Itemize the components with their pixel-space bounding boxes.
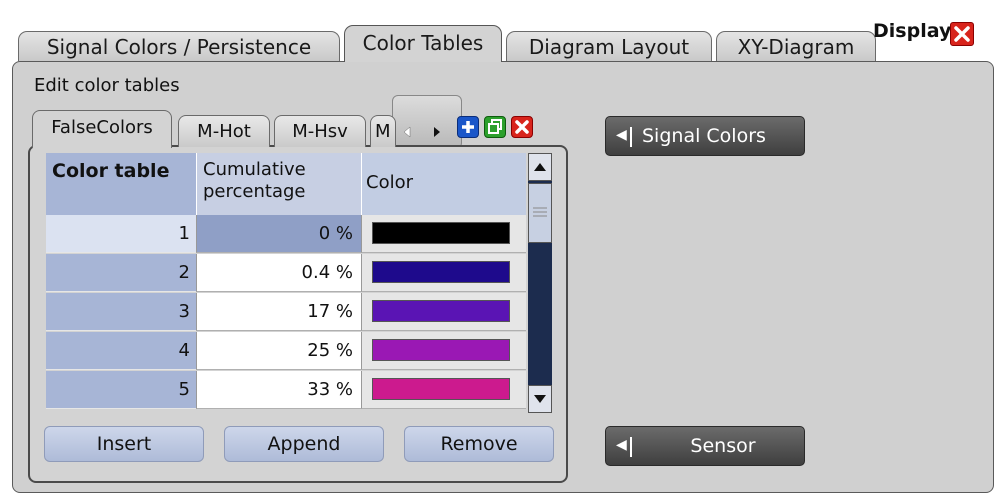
color-table-grid: Color table Cumulative percentage Color … [46, 153, 526, 413]
arrow-left-icon: ◀ [616, 437, 627, 453]
color-cell[interactable] [361, 371, 526, 409]
color-cell[interactable] [361, 293, 526, 331]
color-swatch [372, 261, 510, 283]
tab-m-hot[interactable]: M-Hot [178, 115, 270, 147]
table-row[interactable]: 5 33 % [46, 371, 526, 410]
arrow-left-icon: ◀ [616, 127, 627, 143]
cumulative-cell[interactable]: 25 % [196, 332, 361, 370]
row-index: 5 [46, 371, 196, 409]
column-header-color-table: Color table [46, 153, 196, 215]
color-swatch [372, 222, 510, 244]
top-tab-bar: Signal Colors / Persistence Color Tables… [18, 25, 1000, 62]
tab-diagram-layout[interactable]: Diagram Layout [506, 31, 712, 61]
color-swatch [372, 300, 510, 322]
close-icon[interactable] [950, 22, 974, 46]
column-header-color: Color [361, 153, 526, 215]
table-scrollbar[interactable] [528, 153, 552, 413]
tab-m-partial[interactable]: M [370, 115, 396, 147]
tab-signal-colors-persistence[interactable]: Signal Colors / Persistence [18, 31, 340, 61]
remove-button[interactable]: Remove [404, 426, 554, 462]
append-button[interactable]: Append [224, 426, 384, 462]
tab-m-hsv[interactable]: M-Hsv [274, 115, 366, 147]
display-dialog: Signal Colors / Persistence Color Tables… [0, 0, 1000, 504]
row-index: 3 [46, 293, 196, 331]
plus-icon[interactable] [457, 116, 479, 138]
tab-color-tables[interactable]: Color Tables [344, 25, 502, 62]
color-swatch [372, 339, 510, 361]
color-cell[interactable] [361, 215, 526, 253]
signal-colors-label: Signal Colors [642, 125, 766, 147]
signal-colors-button[interactable]: ◀ Signal Colors [605, 116, 805, 156]
insert-button[interactable]: Insert [44, 426, 204, 462]
cumulative-cell[interactable]: 0 % [196, 215, 361, 253]
sensor-button[interactable]: ◀ Sensor [605, 426, 805, 466]
delete-icon[interactable] [511, 116, 533, 138]
tab-xy-diagram[interactable]: XY-Diagram [716, 31, 876, 61]
sensor-label: Sensor [690, 435, 756, 457]
scroll-up-icon[interactable] [528, 153, 552, 181]
tab-falsecolors[interactable]: FalseColors [32, 110, 172, 148]
color-cell[interactable] [361, 254, 526, 292]
table-row[interactable]: 4 25 % [46, 332, 526, 371]
arrow-right-icon[interactable] [424, 119, 450, 145]
section-label: Edit color tables [34, 75, 180, 96]
copy-icon[interactable] [484, 116, 506, 138]
table-row[interactable]: 1 0 % [46, 215, 526, 254]
table-row[interactable]: 3 17 % [46, 293, 526, 332]
divider [630, 437, 632, 457]
dialog-title: Display [873, 20, 952, 42]
arrow-left-icon[interactable] [394, 119, 420, 145]
row-index: 2 [46, 254, 196, 292]
cumulative-cell[interactable]: 33 % [196, 371, 361, 409]
scroll-thumb[interactable] [528, 183, 552, 243]
divider [630, 127, 632, 147]
table-row[interactable]: 2 0.4 % [46, 254, 526, 293]
cumulative-cell[interactable]: 17 % [196, 293, 361, 331]
color-cell[interactable] [361, 332, 526, 370]
row-index: 1 [46, 215, 196, 253]
row-index: 4 [46, 332, 196, 370]
scroll-down-icon[interactable] [528, 385, 552, 413]
cumulative-cell[interactable]: 0.4 % [196, 254, 361, 292]
column-header-cumulative: Cumulative percentage [196, 153, 361, 215]
color-swatch [372, 378, 510, 400]
